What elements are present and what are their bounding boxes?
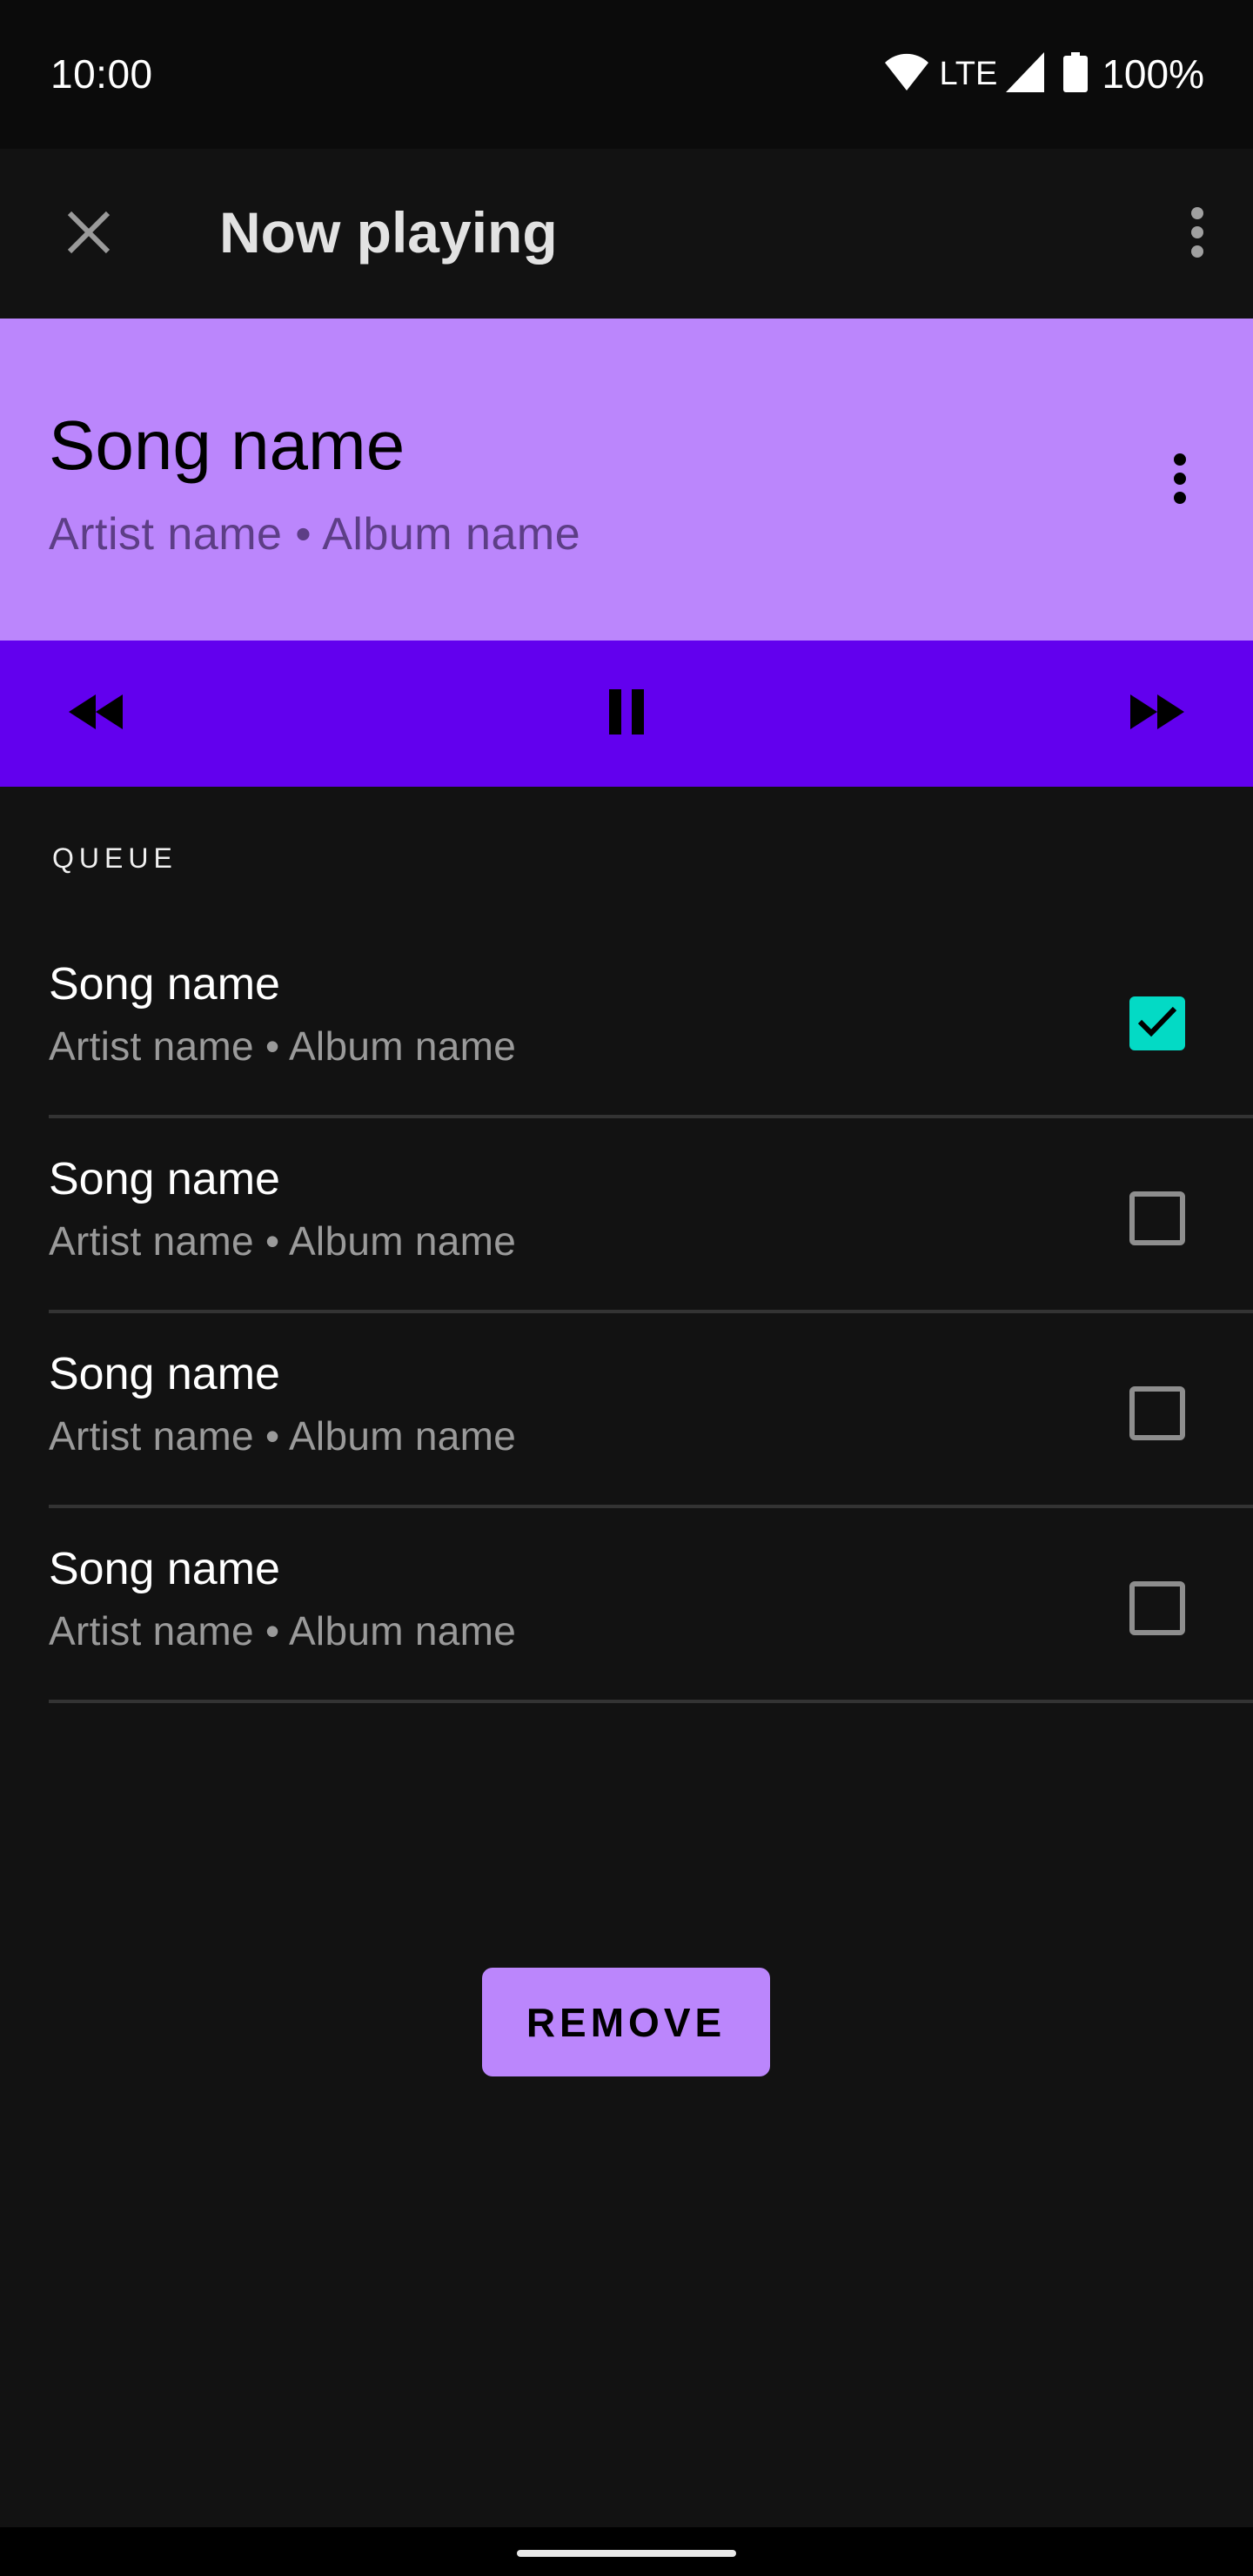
more-vert-icon <box>1190 206 1204 263</box>
queue-item-title: Song name <box>49 1544 280 1594</box>
queue-item-checkbox[interactable] <box>1129 1191 1185 1245</box>
queue-item[interactable]: Song name Artist name • Album name <box>0 923 1253 1118</box>
status-bar: 10:00 LTE 100% <box>0 0 1253 149</box>
page-title: Now playing <box>219 200 558 265</box>
queue-item-checkbox[interactable] <box>1129 996 1185 1050</box>
battery-icon <box>1063 51 1089 97</box>
queue-item-title: Song name <box>49 1154 280 1204</box>
pause-button[interactable] <box>585 672 668 755</box>
battery-percent: 100% <box>1102 51 1204 97</box>
now-playing-song: Song name <box>49 406 405 484</box>
status-time: 10:00 <box>50 51 153 97</box>
overflow-menu-button[interactable] <box>1156 192 1239 276</box>
check-icon <box>1136 1004 1178 1043</box>
wifi-icon <box>883 52 930 97</box>
queue-item[interactable]: Song name Artist name • Album name <box>0 1313 1253 1508</box>
status-icons: LTE 100% <box>883 50 1204 97</box>
now-playing-card: Song name Artist name • Album name <box>0 319 1253 641</box>
system-navigation-bar <box>0 2527 1253 2576</box>
remove-button[interactable]: REMOVE <box>482 1968 770 2076</box>
rewind-button[interactable] <box>54 672 137 755</box>
queue-list: Song name Artist name • Album name Song … <box>0 923 1253 1703</box>
app-bar: Now playing <box>0 149 1253 319</box>
queue-item-subtitle: Artist name • Album name <box>49 1023 517 1069</box>
queue-item-subtitle: Artist name • Album name <box>49 1608 517 1654</box>
queue-item[interactable]: Song name Artist name • Album name <box>0 1118 1253 1313</box>
fast-forward-icon <box>1129 694 1186 734</box>
queue-section-label: QUEUE <box>52 842 178 874</box>
close-button[interactable] <box>47 192 131 276</box>
now-playing-subtitle: Artist name • Album name <box>49 509 581 560</box>
queue-item-title: Song name <box>49 959 280 1010</box>
queue-item-subtitle: Artist name • Album name <box>49 1413 517 1459</box>
rewind-icon <box>67 694 124 734</box>
queue-item-subtitle: Artist name • Album name <box>49 1218 517 1264</box>
signal-icon <box>1006 51 1045 97</box>
close-icon <box>66 210 111 259</box>
pause-icon <box>607 688 646 739</box>
song-options-button[interactable] <box>1138 439 1222 522</box>
queue-item-checkbox[interactable] <box>1129 1386 1185 1440</box>
fast-forward-button[interactable] <box>1116 672 1199 755</box>
queue-item-title: Song name <box>49 1349 280 1399</box>
more-vert-icon <box>1173 453 1187 509</box>
home-gesture-handle[interactable] <box>517 2550 736 2557</box>
queue-item-checkbox[interactable] <box>1129 1581 1185 1635</box>
network-type: LTE <box>939 55 998 92</box>
queue-item[interactable]: Song name Artist name • Album name <box>0 1508 1253 1703</box>
playback-controls <box>0 641 1253 787</box>
